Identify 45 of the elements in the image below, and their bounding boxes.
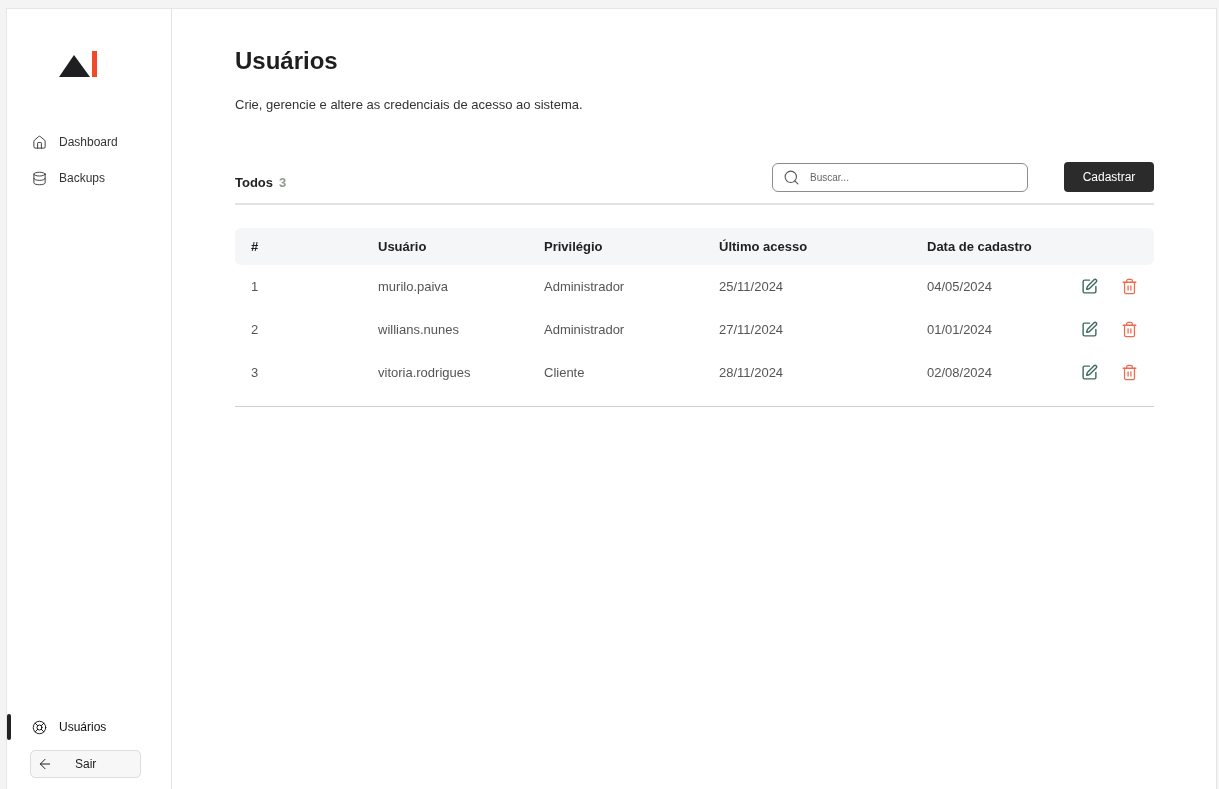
edit-button[interactable] <box>1079 362 1099 383</box>
lifebuoy-icon <box>32 719 47 735</box>
trash-icon <box>1120 278 1138 295</box>
arrow-left-icon <box>37 756 53 772</box>
edit-icon <box>1080 278 1098 295</box>
edit-icon <box>1080 321 1098 338</box>
edit-button[interactable] <box>1079 276 1099 297</box>
logo-icon <box>59 51 99 77</box>
page-title: Usuários <box>235 47 339 75</box>
column-header: # <box>251 239 260 254</box>
table-cell-text: willians.nunes <box>378 322 460 337</box>
table-cell-text: 01/01/2024 <box>927 322 994 337</box>
table-cell-text: Administrador <box>544 279 626 294</box>
sidebar-item[interactable]: Dashboard <box>7 129 171 155</box>
table-cell-text: murilo.paiva <box>378 279 450 294</box>
sidebar-item[interactable]: Backups <box>7 165 171 191</box>
table-cell-text: 25/11/2024 <box>719 279 785 294</box>
trash-icon <box>1120 321 1138 338</box>
edit-button[interactable] <box>1079 319 1099 340</box>
table-cell-text: vitoria.rodrigues <box>378 365 472 380</box>
table-cell-text: 04/05/2024 <box>927 279 994 294</box>
logout-button[interactable]: Sair <box>30 750 141 778</box>
table-cell-text: 27/11/2024 <box>719 322 785 337</box>
column-header: Usuário <box>378 239 428 254</box>
trash-icon <box>1120 364 1138 381</box>
table-cell-text: 1 <box>251 279 260 294</box>
table-cell-text: 02/08/2024 <box>927 365 994 380</box>
table-cell-text: 3 <box>251 365 260 380</box>
house-icon <box>32 134 47 150</box>
table-cell-text: 28/11/2024 <box>719 365 785 380</box>
search-field[interactable]: Buscar... <box>772 162 1028 192</box>
column-header: Data de cadastro <box>927 239 1033 254</box>
column-header: Último acesso <box>719 239 809 254</box>
table-cell-text: 2 <box>251 322 260 337</box>
search-icon <box>783 168 800 186</box>
filter-count: 3 <box>279 173 287 190</box>
column-header: Privilégio <box>544 239 604 254</box>
table-cell-text: Administrador <box>544 322 626 337</box>
sidebar-item[interactable]: Usuários <box>7 714 171 740</box>
table-cell-text: Cliente <box>544 365 586 380</box>
database-icon <box>32 170 47 186</box>
page-subtitle: Crie, gerencie e altere as credenciais de acesso ao sistema. <box>235 97 584 112</box>
register-button[interactable]: Cadastrar <box>1064 162 1154 192</box>
edit-icon <box>1080 364 1098 381</box>
filter-label: Todos <box>235 173 274 190</box>
